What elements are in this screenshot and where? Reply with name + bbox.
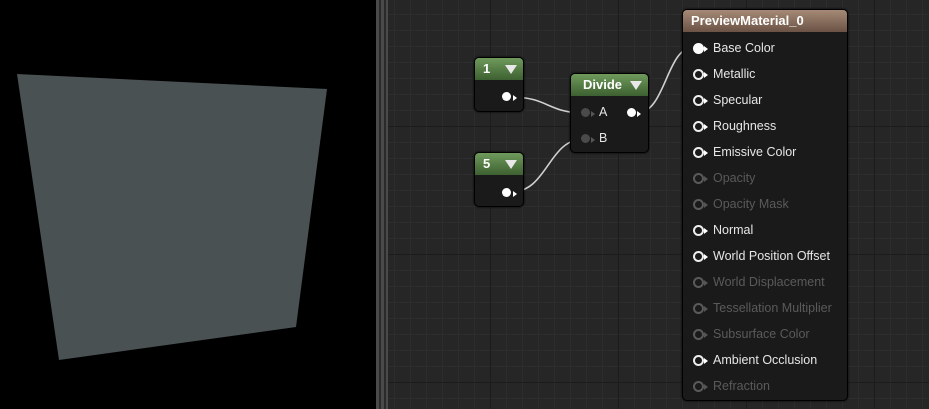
material-title: PreviewMaterial_0 [691, 13, 804, 28]
input-pin[interactable] [693, 381, 704, 392]
input-pin[interactable] [693, 251, 704, 262]
input-pin-b[interactable] [581, 134, 590, 143]
pin-arrow-icon [704, 176, 708, 182]
input-label: World Position Offset [713, 249, 830, 263]
input-pin[interactable] [693, 329, 704, 340]
constant-header: 5 [475, 153, 523, 175]
pin-arrow-icon [704, 280, 708, 286]
panel-splitter[interactable] [376, 0, 388, 409]
pin-arrow-icon [704, 150, 708, 156]
input-label: World Displacement [713, 275, 825, 289]
constant-value: 5 [483, 156, 491, 171]
input-label: Emissive Color [713, 145, 797, 159]
output-pin[interactable] [502, 92, 511, 101]
material-input-row[interactable]: Ambient Occlusion [683, 353, 849, 375]
input-label: Opacity Mask [713, 197, 789, 211]
material-input-row[interactable]: Refraction [683, 379, 849, 401]
input-pin[interactable] [693, 69, 704, 80]
material-input-row[interactable]: Base Color [683, 41, 849, 63]
input-pin[interactable] [693, 303, 704, 314]
pin-arrow-icon [704, 202, 708, 208]
pin-arrow-icon [704, 358, 708, 364]
pin-arrow-icon [591, 111, 595, 117]
preview-mesh [17, 74, 327, 360]
constant-node-five[interactable]: 5 [474, 152, 524, 207]
pin-arrow-icon [704, 228, 708, 234]
pin-arrow-icon [637, 111, 641, 117]
material-input-row[interactable]: World Displacement [683, 275, 849, 297]
input-pin[interactable] [693, 121, 704, 132]
preview-plane [17, 74, 327, 360]
input-pin[interactable] [693, 43, 704, 54]
input-label: Metallic [713, 67, 756, 81]
pin-arrow-icon [704, 332, 708, 338]
material-input-row[interactable]: Roughness [683, 119, 849, 141]
pin-arrow-icon [704, 306, 708, 312]
material-input-row[interactable]: Normal [683, 223, 849, 245]
pin-arrow-icon [513, 191, 517, 197]
output-pin[interactable] [627, 108, 636, 117]
input-label: Specular [713, 93, 763, 107]
material-input-row[interactable]: Emissive Color [683, 145, 849, 167]
input-label: Subsurface Color [713, 327, 810, 341]
input-label: Base Color [713, 41, 775, 55]
divide-title: Divide [583, 77, 623, 92]
preview-viewport[interactable] [0, 0, 376, 409]
input-pin-a[interactable] [581, 108, 590, 117]
input-label: Roughness [713, 119, 777, 133]
pin-arrow-icon [704, 254, 708, 260]
input-pin[interactable] [693, 355, 704, 366]
pin-arrow-icon [704, 72, 708, 78]
material-input-row[interactable]: Tessellation Multiplier [683, 301, 849, 323]
input-pin[interactable] [693, 199, 704, 210]
splitter-line [379, 0, 381, 409]
input-pin[interactable] [693, 173, 704, 184]
pin-arrow-icon [704, 98, 708, 104]
chevron-down-icon[interactable] [505, 160, 517, 169]
material-graph-canvas[interactable]: 1 5 Divide A B PreviewMaterial_0 Base Co… [388, 0, 929, 409]
input-pin[interactable] [693, 147, 704, 158]
output-pin[interactable] [502, 188, 511, 197]
material-input-row[interactable]: Specular [683, 93, 849, 115]
input-label: Ambient Occlusion [713, 353, 818, 367]
divide-node[interactable]: Divide A B [570, 73, 649, 153]
constant-value: 1 [483, 61, 491, 76]
constant-node-one[interactable]: 1 [474, 57, 524, 112]
material-input-row[interactable]: Metallic [683, 67, 849, 89]
material-header: PreviewMaterial_0 [683, 10, 847, 32]
input-label: Tessellation Multiplier [713, 301, 832, 315]
material-input-row[interactable]: Opacity Mask [683, 197, 849, 219]
chevron-down-icon[interactable] [505, 65, 517, 74]
pin-arrow-icon [704, 46, 708, 52]
splitter-line [384, 0, 386, 409]
input-label: Normal [713, 223, 754, 237]
input-label-a: A [599, 105, 608, 119]
pin-arrow-icon [704, 124, 708, 130]
input-label: Refraction [713, 379, 770, 393]
divide-header: Divide [571, 74, 648, 96]
input-label: Opacity [713, 171, 756, 185]
material-input-row[interactable]: Opacity [683, 171, 849, 193]
input-pin[interactable] [693, 95, 704, 106]
material-input-row[interactable]: World Position Offset [683, 249, 849, 271]
material-input-row[interactable]: Subsurface Color [683, 327, 849, 349]
pin-arrow-icon [513, 95, 517, 101]
pin-arrow-icon [704, 384, 708, 390]
material-result-node[interactable]: PreviewMaterial_0 Base Color Metallic Spec… [682, 9, 848, 401]
input-pin[interactable] [693, 277, 704, 288]
constant-header: 1 [475, 58, 523, 80]
chevron-down-icon[interactable] [630, 81, 642, 90]
input-pin[interactable] [693, 225, 704, 236]
pin-arrow-icon [591, 137, 595, 143]
input-label-b: B [599, 131, 608, 145]
